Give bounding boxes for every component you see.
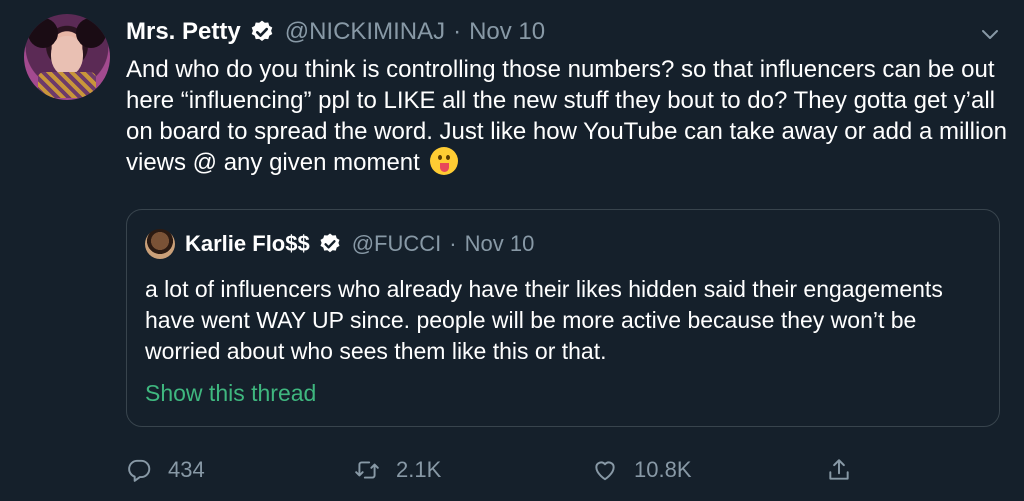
tweet-body: And who do you think is controlling thos… — [126, 56, 1007, 176]
like-count: 10.8K — [634, 457, 692, 482]
quoted-tweet-card[interactable]: Karlie Flo$$ @FUCCI · Nov 10 a lot of in… — [126, 209, 1000, 427]
chevron-down-icon[interactable] — [978, 22, 1002, 46]
like-icon — [595, 461, 615, 481]
quoted-author-avatar — [145, 229, 175, 259]
tweet-date[interactable]: Nov 10 — [469, 18, 545, 46]
share-button[interactable] — [826, 452, 868, 488]
share-icon — [829, 459, 849, 480]
verified-badge-icon — [318, 232, 342, 256]
quoted-author-name: Karlie Flo$$ — [185, 231, 310, 256]
quoted-tweet-header: Karlie Flo$$ @FUCCI · Nov 10 — [145, 228, 534, 260]
tweet-text: And who do you think is controlling thos… — [126, 54, 1016, 178]
verified-badge-icon — [249, 19, 275, 45]
like-button[interactable]: 10.8K — [592, 452, 692, 488]
quoted-tweet-date: Nov 10 — [464, 231, 535, 256]
reply-count: 434 — [168, 457, 205, 482]
author-handle[interactable]: @NICKIMINAJ — [285, 18, 445, 46]
separator-dot: · — [449, 231, 457, 256]
reply-icon — [128, 459, 151, 482]
author-avatar[interactable] — [24, 14, 110, 100]
retweet-button[interactable]: 2.1K — [354, 452, 441, 488]
tweet-header: Mrs. Petty @NICKIMINAJ · Nov 10 — [126, 15, 545, 49]
quoted-tweet-text: a lot of influencers who already have th… — [145, 276, 943, 364]
tweet-actions: 434 2.1K 10.8K — [126, 452, 1000, 488]
author-name[interactable]: Mrs. Petty — [126, 18, 241, 46]
retweet-count: 2.1K — [396, 457, 442, 482]
show-thread-link[interactable]: Show this thread — [145, 380, 316, 407]
separator-dot: · — [453, 18, 462, 45]
quoted-author-handle: @FUCCI — [351, 231, 442, 256]
reply-button[interactable]: 434 — [126, 452, 205, 488]
face-with-tongue-emoji — [430, 147, 459, 175]
retweet-icon — [355, 461, 379, 479]
